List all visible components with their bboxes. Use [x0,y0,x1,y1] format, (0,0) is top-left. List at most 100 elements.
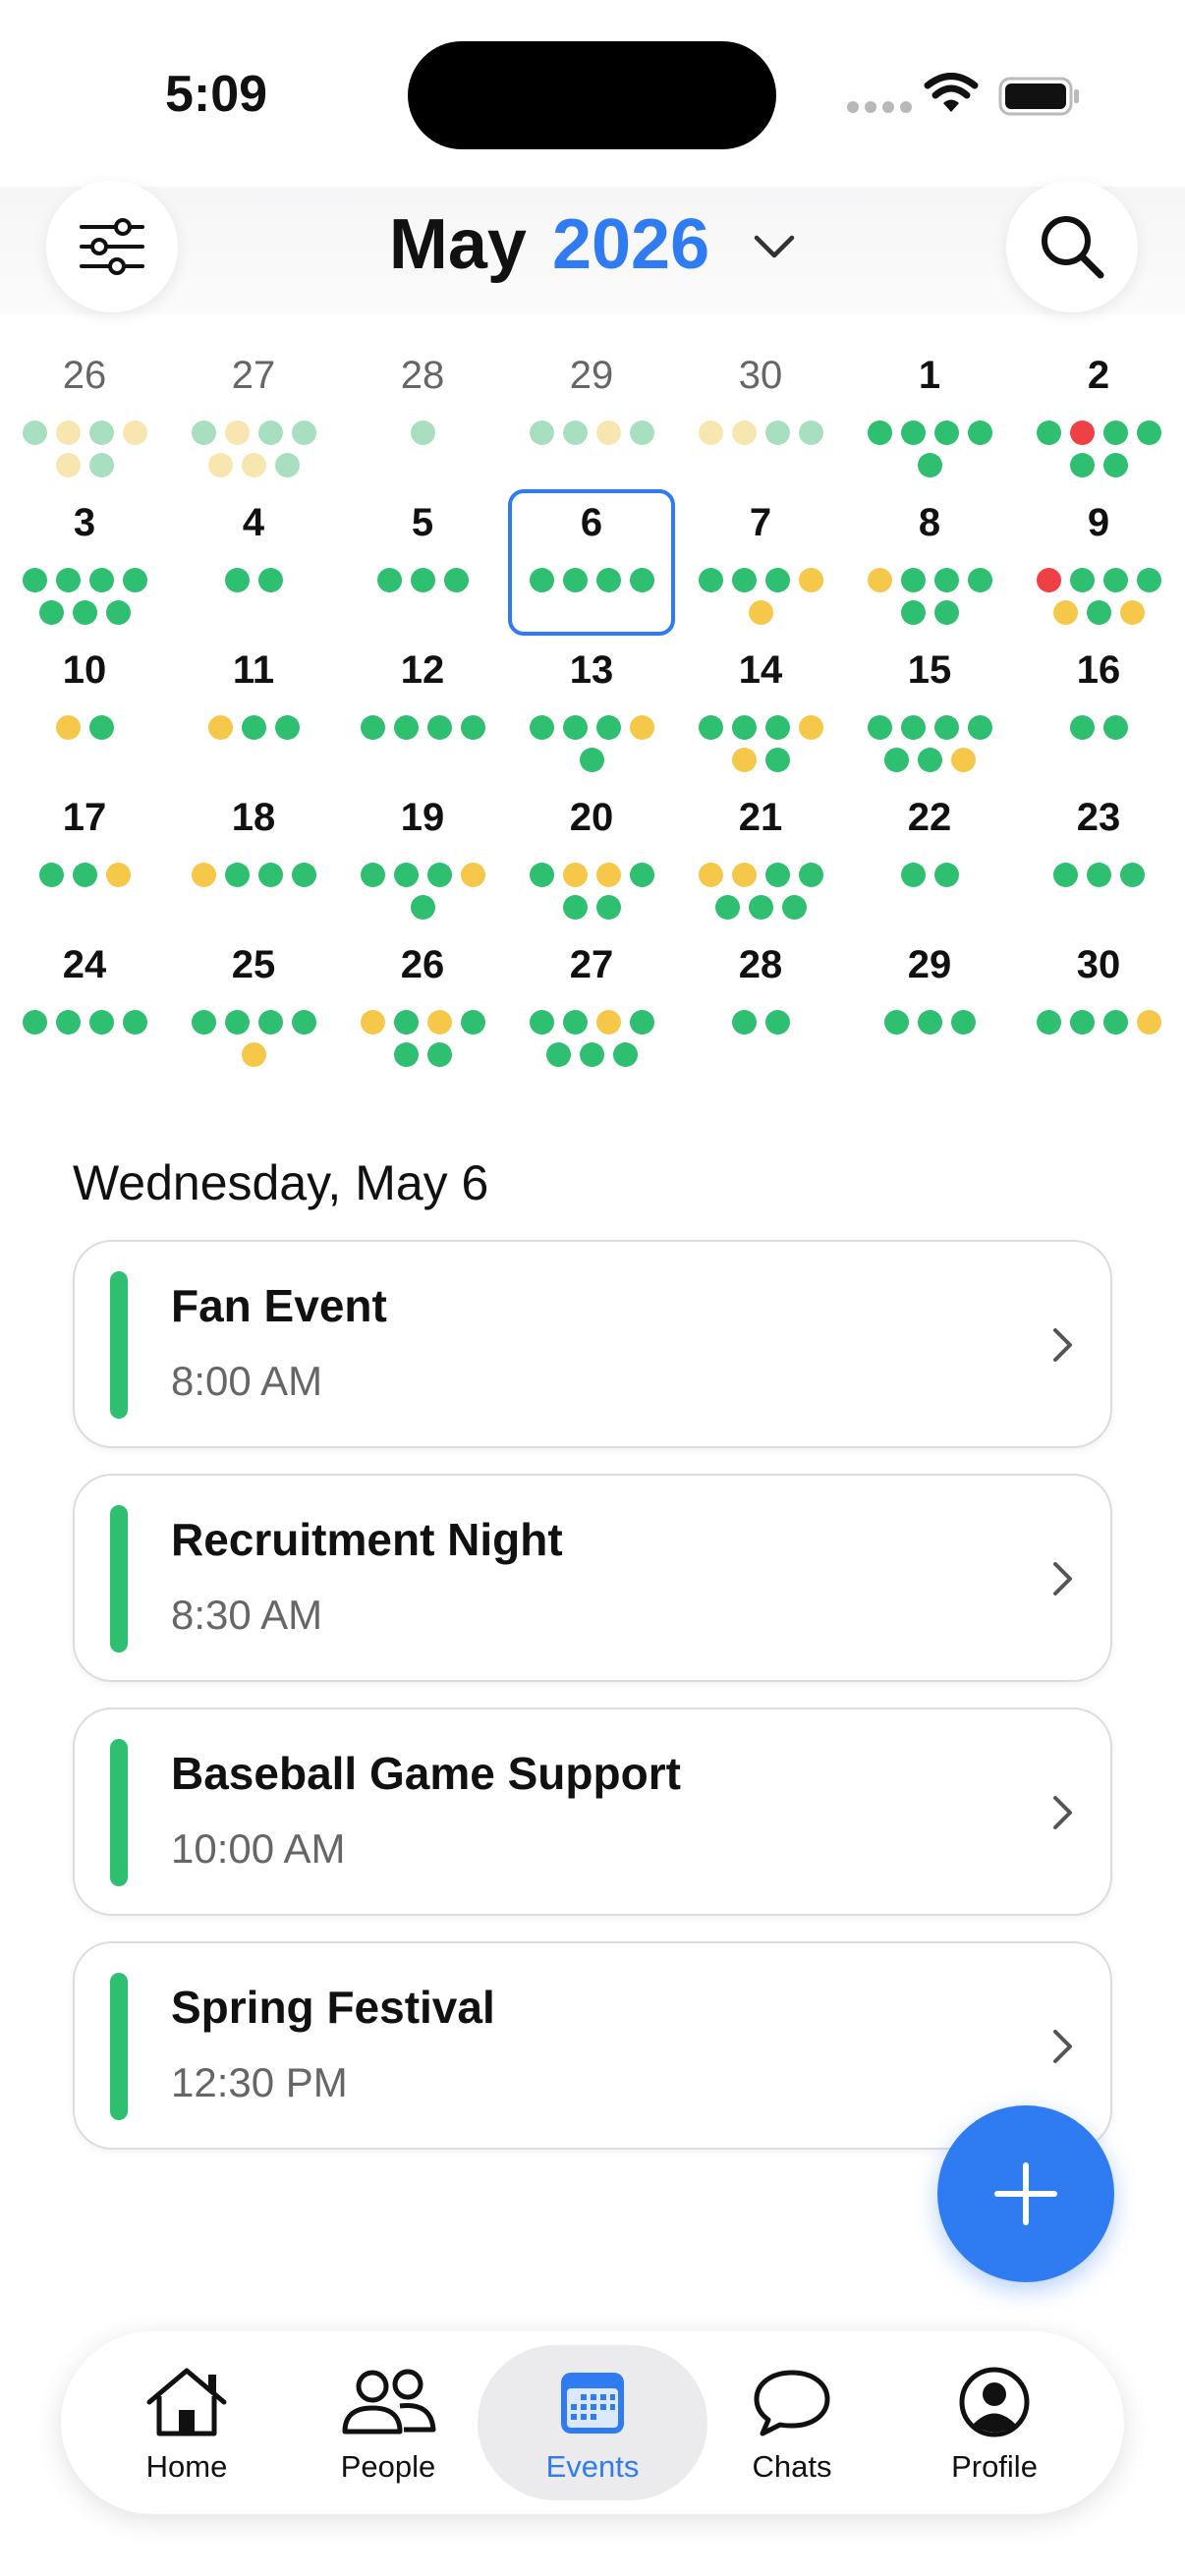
calendar-day-cell[interactable]: 22 [845,796,1014,943]
day-number: 7 [749,501,772,544]
tab-profile[interactable]: Profile [888,2331,1100,2514]
event-dots [0,715,169,740]
calendar-day-cell[interactable]: 9 [1014,501,1183,648]
event-dot [291,420,316,445]
event-dot [900,568,926,592]
chevron-right-icon [1053,1328,1072,1362]
event-dot [55,420,81,445]
calendar-day-cell[interactable]: 16 [1014,648,1183,796]
event-card[interactable]: Spring Festival 12:30 PM [73,1941,1112,2150]
tab-label: Chats [752,2449,832,2484]
event-dots [1014,863,1183,887]
event-dot [22,1010,47,1035]
calendar-day-cell[interactable]: 25 [169,943,338,1091]
day-number: 13 [569,648,614,692]
calendar-day-cell[interactable]: 26 [0,354,169,501]
calendar-day-cell[interactable]: 28 [676,943,845,1091]
calendar-day-cell[interactable]: 3 [0,501,169,648]
tab-events[interactable]: Events [486,2331,699,2514]
day-number: 8 [918,501,941,544]
calendar-day-cell[interactable]: 30 [676,354,845,501]
day-number: 27 [231,354,276,397]
event-dot [376,568,402,592]
event-dot [798,568,823,592]
event-dots [169,420,338,477]
event-dot [122,420,147,445]
event-dot [917,453,942,477]
calendar-day-cell[interactable]: 18 [169,796,338,943]
event-dot [1119,863,1145,887]
event-dot [529,715,554,740]
tab-home[interactable]: Home [81,2331,293,2514]
calendar-day-cell[interactable]: 27 [507,943,676,1091]
day-number: 19 [400,796,445,839]
calendar-day-cell[interactable]: 11 [169,648,338,796]
chat-bubble-icon [754,2370,830,2436]
tab-label: Events [545,2449,640,2484]
event-dot [460,863,485,887]
calendar-day-cell[interactable]: 29 [507,354,676,501]
calendar-day-cell[interactable]: 27 [169,354,338,501]
add-event-button[interactable] [937,2105,1114,2282]
calendar-day-cell[interactable]: 29 [845,943,1014,1091]
calendar-day-cell[interactable]: 24 [0,943,169,1091]
event-dots [169,715,338,740]
event-dots [0,568,169,625]
event-dots [338,1010,507,1067]
event-dots [845,1010,1014,1035]
calendar-day-cell[interactable]: 17 [0,796,169,943]
calendar-day-cell[interactable]: 14 [676,648,845,796]
event-dot [629,863,654,887]
calendar-day-cell[interactable]: 28 [338,354,507,501]
event-dot [764,420,790,445]
calendar-day-cell[interactable]: 20 [507,796,676,943]
event-dot [72,863,97,887]
event-card[interactable]: Fan Event 8:00 AM [73,1240,1112,1448]
day-number: 17 [62,796,107,839]
event-dot [967,568,992,592]
calendar-day-cell[interactable]: 12 [338,648,507,796]
event-card[interactable]: Recruitment Night 8:30 AM [73,1474,1112,1682]
day-number: 23 [1076,796,1121,839]
event-dot [426,863,452,887]
event-dot [579,748,604,772]
calendar-day-cell[interactable]: 8 [845,501,1014,648]
event-dot [900,715,926,740]
event-dots [1014,1010,1183,1035]
event-dot [900,600,926,625]
event-dots [338,568,507,592]
event-dot [764,1010,790,1035]
status-time: 5:09 [165,66,268,123]
calendar-day-cell[interactable]: 4 [169,501,338,648]
event-dot [291,863,316,887]
search-button[interactable] [1006,181,1138,312]
event-dot [191,1010,216,1035]
event-dot [917,748,942,772]
calendar-day-cell[interactable]: 30 [1014,943,1183,1091]
event-dots [845,420,1014,477]
calendar-day-cell[interactable]: 21 [676,796,845,943]
event-card[interactable]: Baseball Game Support 10:00 AM [73,1708,1112,1916]
calendar-day-cell[interactable]: 26 [338,943,507,1091]
calendar-day-cell[interactable]: 15 [845,648,1014,796]
tab-chats[interactable]: Chats [686,2331,898,2514]
event-dots [1014,715,1183,740]
tab-people[interactable]: People [282,2331,494,2514]
event-dot [105,600,131,625]
event-dot [122,568,147,592]
event-dot [1069,420,1095,445]
event-dot [764,748,790,772]
event-dot [764,715,790,740]
calendar-day-cell[interactable]: 2 [1014,354,1183,501]
calendar-day-cell[interactable]: 19 [338,796,507,943]
calendar-day-cell[interactable]: 7 [676,501,845,648]
event-status-bar [110,1505,128,1652]
calendar-day-cell[interactable]: 10 [0,648,169,796]
calendar-day-cell[interactable]: 23 [1014,796,1183,943]
calendar-day-cell[interactable]: 1 [845,354,1014,501]
event-dot [257,420,283,445]
calendar-day-cell[interactable]: 5 [338,501,507,648]
calendar-day-cell[interactable]: 13 [507,648,676,796]
day-number: 2 [1087,354,1110,397]
event-dot [562,863,588,887]
